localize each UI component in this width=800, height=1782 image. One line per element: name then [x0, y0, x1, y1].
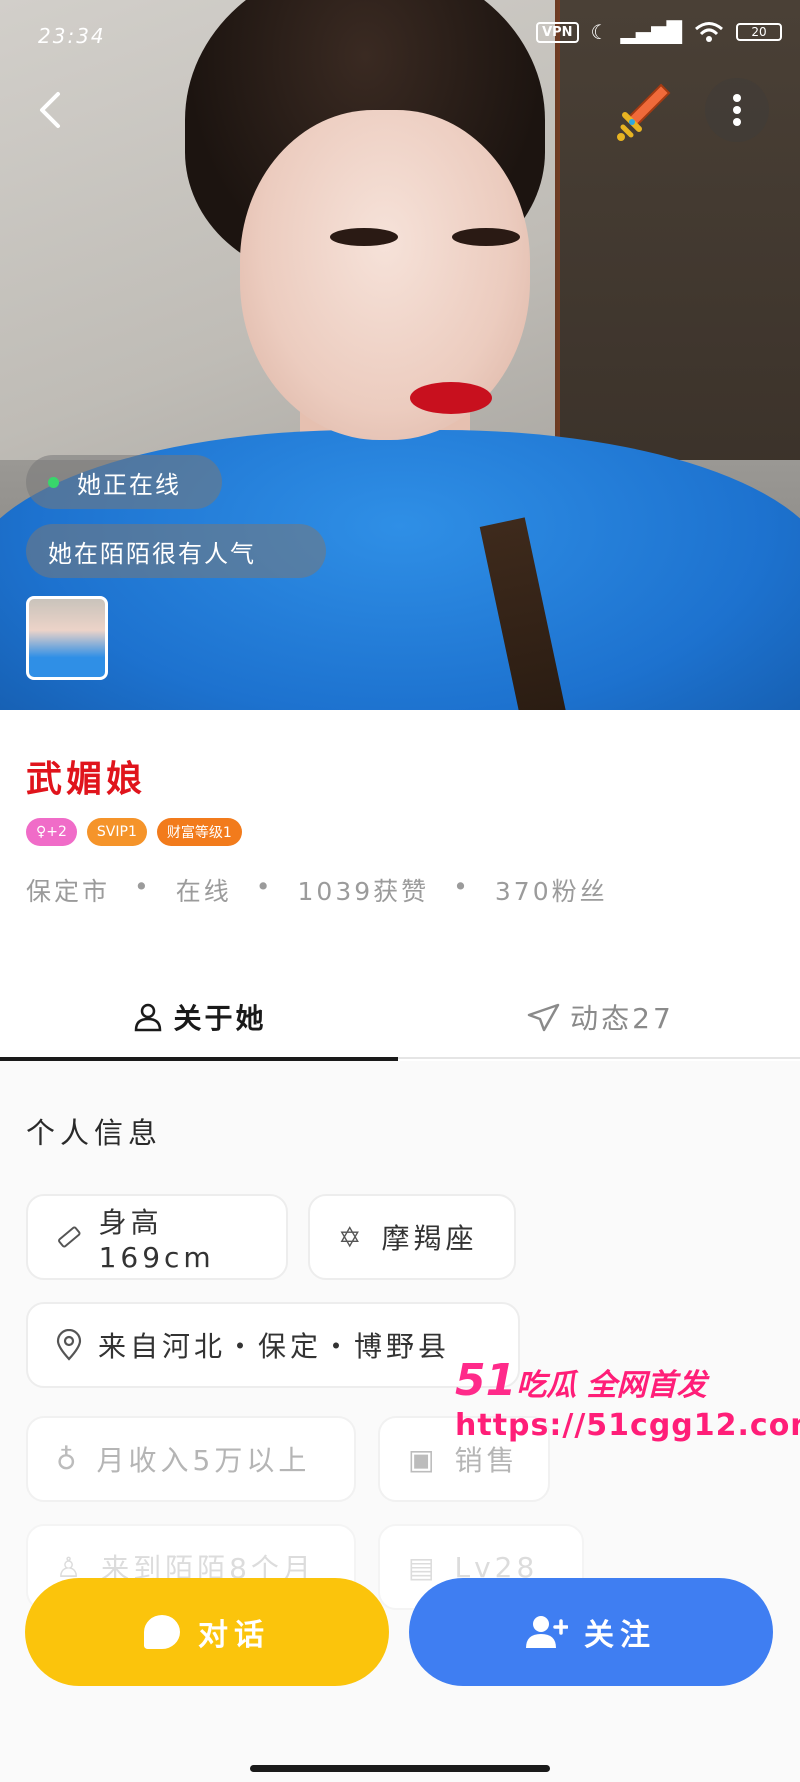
- status-bar: 23:34 VPN ☾ ▂▄▆█ 20: [0, 0, 800, 70]
- popularity-pill: 她在陌陌很有人气: [26, 524, 326, 578]
- ruler-icon: [58, 1226, 81, 1248]
- photo-subject: [452, 228, 520, 246]
- meta-online: 在线: [175, 877, 232, 906]
- gift-button[interactable]: [608, 76, 678, 146]
- money-bag-icon: ♁: [56, 1442, 81, 1476]
- more-options-button[interactable]: [705, 78, 769, 142]
- info-income-text: 月收入5万以上: [96, 1444, 311, 1477]
- watermark-number: 51: [455, 1355, 517, 1406]
- star-icon: ✡: [338, 1220, 366, 1254]
- back-button[interactable]: [24, 84, 76, 136]
- moon-icon: ☾: [590, 20, 609, 44]
- profile-name: 武媚娘: [26, 758, 147, 800]
- sword-gift-icon: [617, 83, 671, 141]
- info-zodiac-chip: ✡ 摩羯座: [308, 1194, 516, 1280]
- info-income-chip: ♁ 月收入5万以上: [26, 1416, 356, 1502]
- meta-location: 保定市: [26, 877, 111, 906]
- person-icon: [135, 1003, 162, 1032]
- gender-age-badge[interactable]: ♀+2: [26, 818, 77, 846]
- battery-icon: 20: [736, 23, 782, 41]
- meta-separator: •: [134, 872, 152, 901]
- chat-bubble-icon: [144, 1615, 180, 1649]
- meta-likes: 1039获赞: [297, 877, 430, 906]
- online-status-pill: 她正在线: [26, 455, 222, 509]
- more-vertical-icon: [733, 94, 741, 126]
- profile-photo[interactable]: [0, 0, 800, 710]
- vpn-icon: VPN: [536, 21, 579, 43]
- info-hometown-text: 来自河北・保定・博野县: [98, 1330, 451, 1363]
- status-time: 23:34: [38, 24, 106, 48]
- level-icon: ▤: [408, 1550, 439, 1584]
- online-dot-icon: [48, 476, 59, 488]
- tab-about[interactable]: 关于她: [0, 975, 400, 1059]
- wifi-icon: [695, 22, 723, 42]
- watermark-brand-text: 吃瓜 全网首发: [516, 1368, 707, 1403]
- tab-moments[interactable]: 动态27: [400, 975, 800, 1059]
- badge-row: ♀+2 SVIP1 财富等级1: [26, 818, 242, 846]
- watermark: 51吃瓜 全网首发 https://51cgg12.com: [455, 1355, 800, 1443]
- photo-thumbnail[interactable]: [26, 596, 108, 680]
- meta-separator: •: [255, 872, 274, 901]
- briefcase-icon: ▣: [408, 1442, 439, 1476]
- follow-button[interactable]: 关注: [409, 1578, 773, 1686]
- tab-about-label: 关于她: [173, 1002, 267, 1035]
- info-hometown-chip: 来自河北・保定・博野县: [26, 1302, 520, 1388]
- photo-subject: [410, 382, 492, 414]
- chat-button-label: 对话: [198, 1618, 270, 1653]
- photo-subject: [330, 228, 398, 246]
- info-height-chip: 身高169cm: [26, 1194, 288, 1280]
- back-arrow-icon: [40, 92, 60, 128]
- profile-meta: 保定市 • 在线 • 1039获赞 • 370粉丝: [26, 872, 608, 908]
- follow-button-label: 关注: [584, 1618, 656, 1653]
- popularity-text: 她在陌陌很有人气: [48, 539, 256, 568]
- chat-button[interactable]: 对话: [25, 1578, 389, 1686]
- svip-badge[interactable]: SVIP1: [86, 818, 147, 846]
- wealth-level-badge[interactable]: 财富等级1: [156, 818, 242, 846]
- tab-moments-label: 动态27: [570, 1002, 674, 1035]
- status-icons: VPN ☾ ▂▄▆█ 20: [536, 20, 782, 44]
- add-user-icon: [526, 1616, 568, 1648]
- online-status-text: 她正在线: [77, 470, 181, 499]
- watermark-url: https://51cgg12.com: [455, 1408, 800, 1443]
- info-height-text: 身高169cm: [98, 1205, 215, 1274]
- meta-fans: 370粉丝: [494, 877, 608, 906]
- section-title: 个人信息: [26, 1116, 163, 1150]
- signal-icon: ▂▄▆█: [620, 20, 682, 44]
- watermark-brand: 51吃瓜 全网首发: [455, 1355, 785, 1406]
- send-icon: [527, 1003, 560, 1032]
- home-indicator[interactable]: [250, 1765, 550, 1772]
- info-job-text: 销售: [454, 1444, 519, 1477]
- profile-tabs: 关于她 动态27: [0, 975, 800, 1059]
- info-zodiac-text: 摩羯座: [381, 1222, 478, 1255]
- meta-separator: •: [453, 872, 471, 901]
- location-pin-icon: [56, 1329, 82, 1361]
